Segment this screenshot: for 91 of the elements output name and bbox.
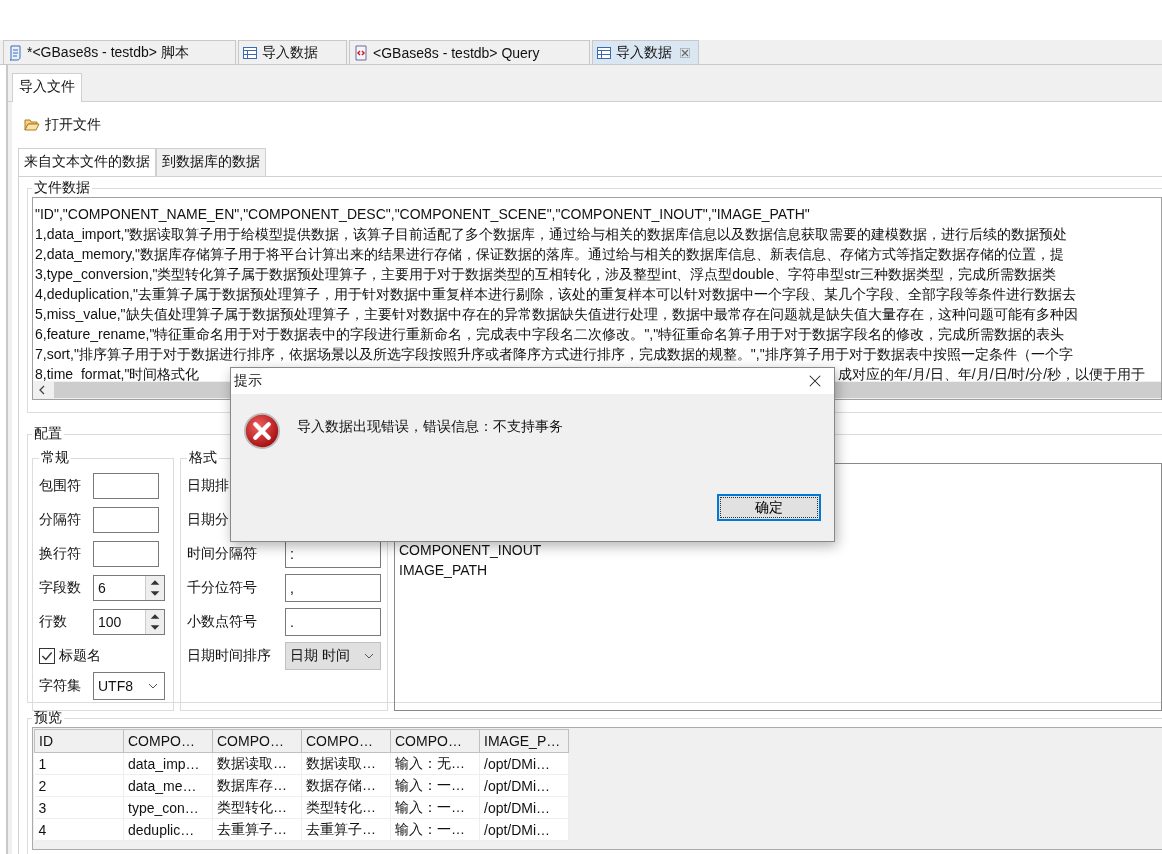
text-field[interactable]: , — [285, 574, 381, 602]
table-cell: 输入：一… — [390, 774, 480, 797]
text-field[interactable] — [93, 541, 159, 567]
table-cell: data_me… — [123, 774, 213, 797]
text-line: 3,type_conversion,"类型转化算子属于数据预处理算子，主要用于对于数据类型的互相转化，涉及整型int、浮点型double、字符串型str三种数据类型，完成所需数据类 — [35, 265, 1056, 284]
table-cell: data_imp… — [123, 752, 213, 775]
table-cell: 数据读取… — [301, 752, 391, 775]
error-icon — [243, 412, 281, 450]
table-cell: 数据读取… — [212, 752, 302, 775]
table-cell: /opt/DMi… — [479, 774, 569, 797]
column-header[interactable]: COMPO… — [123, 729, 213, 753]
column-header[interactable]: IMAGE_P… — [479, 729, 569, 753]
dialog-message: 导入数据出现错误，错误信息：不支持事务 — [297, 418, 563, 436]
table-icon — [242, 44, 258, 61]
field-label: 行数 — [39, 613, 68, 631]
ok-button[interactable]: 确定 — [717, 494, 821, 521]
chevron-down-icon — [364, 653, 374, 659]
field-label: 千分位符号 — [187, 579, 258, 597]
field-label: 日期排 — [187, 477, 230, 495]
group-title: 预览 — [33, 709, 63, 727]
dropdown[interactable]: UTF8 — [93, 672, 165, 700]
field-label: 日期时间排序 — [187, 647, 272, 665]
text-line: 成对应的年/月/日、年/月/日/时/分/秒，以便于用于 — [838, 365, 1146, 381]
table-cell: 去重算子… — [212, 818, 302, 841]
text-field[interactable] — [93, 473, 159, 499]
query-icon — [353, 44, 369, 61]
text-line: 8,time_format,"时间格式化 — [35, 365, 200, 381]
editor-tab[interactable]: 导入数据 — [238, 40, 347, 64]
folder-icon — [24, 118, 40, 132]
field-label: 包围符 — [39, 477, 82, 495]
scroll-left-icon[interactable] — [38, 385, 46, 395]
table-cell: type_con… — [123, 796, 213, 819]
table-cell: 4 — [34, 818, 124, 841]
text-line: "ID","COMPONENT_NAME_EN","COMPONENT_DESC","COMPONENT_SCENE","COMPONENT_INOUT","IMAGE_PATH" — [35, 205, 810, 224]
list-item[interactable]: COMPONENT_INOUT — [399, 540, 1161, 560]
editor-tab[interactable]: <GBase8s - testdb> Query — [349, 40, 590, 64]
table-cell: 输入：一… — [390, 818, 480, 841]
table-cell: 数据存储… — [301, 774, 391, 797]
dialog-title: 提示 — [234, 372, 262, 390]
editor-tab[interactable]: 导入数据 — [592, 40, 699, 64]
editor-tab[interactable]: *<GBase8s - testdb> 脚本 — [3, 40, 236, 64]
field-label: 字符集 — [39, 677, 82, 695]
table-cell: 类型转化… — [301, 796, 391, 819]
table-cell: /opt/DMi… — [479, 796, 569, 819]
open-file-button[interactable]: 打开文件 — [18, 114, 105, 136]
column-header[interactable]: COMPO… — [301, 729, 391, 753]
text-field[interactable] — [93, 507, 159, 533]
table-cell: 1 — [34, 752, 124, 775]
text-line: 1,data_import,"数据读取算子用于给模型提供数据，该算子目前适配了多个数据库，通过给与相关的数据库信息以及数据信息获取需要的建模数据，进行后续的数据预处 — [35, 225, 1068, 244]
table-icon — [596, 44, 612, 61]
table-cell: 输入：无… — [390, 752, 480, 775]
script-icon — [7, 44, 23, 61]
text-field[interactable]: : — [285, 540, 381, 568]
group-title: 常规 — [40, 449, 70, 467]
field-label: 时间分隔符 — [187, 545, 258, 563]
table-cell: 输入：一… — [390, 796, 480, 819]
text-line: 5,miss_value,"缺失值处理算子属于数据预处理算子，主要针对数据中存在的异常数据缺失值进行处理，数据中最常存在问题就是缺失值大量存在，这种问题可能有多种因 — [35, 305, 1078, 324]
text-line: 4,deduplication,"去重算子属于数据预处理算子，用于针对数据中重复样本进行剔除，该处的重复样本可以针对数据中一个字段、某几个字段、全部字段等条件进行数据去 — [35, 285, 1077, 304]
table-cell: /opt/DMi… — [479, 818, 569, 841]
text-line: 2,data_memory,"数据库存储算子用于将平台计算出来的结果进行存储，保证数据的落库。通过给与相关的数据库信息、新表信息、存储方式等指定数据存储的位置，提 — [35, 245, 1065, 264]
spinner-field[interactable]: 6 — [93, 575, 165, 601]
table-cell: deduplic… — [123, 818, 213, 841]
close-icon[interactable] — [808, 374, 822, 388]
view-tab[interactable]: 导入文件 — [12, 73, 82, 102]
group-title: 格式 — [188, 449, 218, 467]
data-tab[interactable]: 到数据库的数据 — [156, 148, 266, 176]
spinner-field[interactable]: 100 — [93, 609, 165, 635]
chevron-down-icon — [148, 683, 158, 689]
field-label: 小数点符号 — [187, 613, 258, 631]
data-tab[interactable]: 来自文本文件的数据 — [18, 148, 156, 176]
table-cell: 去重算子… — [301, 818, 391, 841]
list-item[interactable]: IMAGE_PATH — [399, 560, 1161, 580]
table-cell: /opt/DMi… — [479, 752, 569, 775]
field-label: 日期分 — [187, 511, 230, 529]
group-title: 文件数据 — [33, 179, 91, 197]
checkbox[interactable] — [39, 648, 55, 664]
text-field[interactable]: . — [285, 608, 381, 636]
group-title: 配置 — [33, 425, 63, 443]
column-header[interactable]: COMPO… — [390, 729, 480, 753]
column-header[interactable]: COMPO… — [212, 729, 302, 753]
field-label: 字段数 — [39, 579, 82, 597]
field-label: 换行符 — [39, 545, 82, 563]
field-label: 分隔符 — [39, 511, 82, 529]
column-header[interactable]: ID — [34, 729, 124, 753]
text-line: 6,feature_rename,"特征重命名用于对于数据表中的字段进行重新命名，完成表中字段名二次修改。","特征重命名算子用于对于数据字段名的修改，完成所需数据的表头 — [35, 325, 1065, 344]
table-cell: 数据库存… — [212, 774, 302, 797]
checkbox-label: 标题名 — [59, 647, 101, 665]
table-cell: 3 — [34, 796, 124, 819]
table-cell: 2 — [34, 774, 124, 797]
text-line: 7,sort,"排序算子用于对于数据进行排序，依据场景以及所选字段按照升序或者降序方式进行排序，完成数据的规整。","排序算子用于对于数据表中按照一定条件（一个字 — [35, 345, 1073, 364]
table-cell: 类型转化… — [212, 796, 302, 819]
